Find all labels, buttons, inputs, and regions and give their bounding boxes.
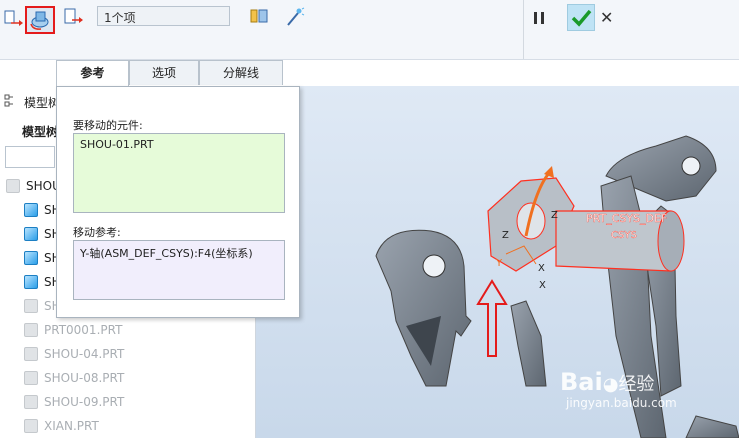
tree-row[interactable]: XIAN.PRT xyxy=(24,416,99,436)
baidu-watermark: Bai◕经验 jingyan.baidu.com xyxy=(560,368,677,410)
part-icon xyxy=(24,347,38,361)
rotate-component-icon xyxy=(30,11,49,30)
rotate-component-button[interactable] xyxy=(25,6,55,34)
model-tree-header: 模型树 xyxy=(24,96,61,110)
tree-filter-input[interactable] xyxy=(5,146,55,168)
paw-icon: ◕ xyxy=(602,374,619,395)
move-out-icon[interactable] xyxy=(62,6,84,28)
tab-explode-lines[interactable]: 分解线 xyxy=(199,60,283,85)
move-components-label: 要移动的元件: xyxy=(73,119,143,132)
watermark-suffix: 经验 xyxy=(618,374,655,395)
tree-row-label: SHOU-09.PRT xyxy=(44,395,125,409)
watermark-url: jingyan.baidu.com xyxy=(566,396,677,410)
axis-label-x2: X xyxy=(539,280,546,291)
tab-references[interactable]: 参考 xyxy=(56,60,129,86)
move-components-collector[interactable]: SHOU-01.PRT xyxy=(73,133,285,213)
cancel-button[interactable]: ✕ xyxy=(600,8,620,28)
part-icon xyxy=(24,395,38,409)
assembly-icon xyxy=(6,179,20,193)
move-reference-label: 移动参考: xyxy=(73,226,121,239)
model-tree-icon xyxy=(4,94,18,111)
explode-view-icon[interactable] xyxy=(248,6,270,28)
ok-button[interactable] xyxy=(567,4,595,31)
move-components-value: SHOU-01.PRT xyxy=(80,138,154,151)
tree-row[interactable]: PRT0001.PRT xyxy=(24,320,122,340)
part-icon xyxy=(24,227,38,241)
part-icon xyxy=(24,371,38,385)
references-panel: 要移动的元件: SHOU-01.PRT 移动参考: Y-轴(ASM_DEF_CS… xyxy=(56,86,300,318)
part-icon xyxy=(24,275,38,289)
wand-icon[interactable] xyxy=(283,6,305,28)
tree-row-label: SHOU-04.PRT xyxy=(44,347,125,361)
axis-label-x: X xyxy=(538,263,545,274)
axis-label-z: Z xyxy=(502,230,509,241)
part-icon xyxy=(24,299,38,313)
tree-row[interactable]: SHOU-04.PRT xyxy=(24,344,124,364)
tree-root[interactable]: SHOU xyxy=(6,176,61,196)
part-icon xyxy=(24,419,38,433)
tree-row[interactable]: SHOU-08.PRT xyxy=(24,368,124,388)
tree-row[interactable]: SHOU-09.PRT xyxy=(24,392,124,412)
part-icon xyxy=(24,323,38,337)
ribbon-divider xyxy=(523,0,524,59)
tree-row-label: PRT0001.PRT xyxy=(44,323,123,337)
tab-options[interactable]: 选项 xyxy=(129,60,199,85)
watermark-brand: Bai xyxy=(560,368,603,396)
move-reference-collector[interactable]: Y-轴(ASM_DEF_CSYS):F4(坐标系) xyxy=(73,240,285,300)
part-icon xyxy=(24,203,38,217)
csys-label: PRT_CSYS_DEF xyxy=(586,212,667,225)
checkmark-icon xyxy=(571,9,592,27)
move-reference-value: Y-轴(ASM_DEF_CSYS):F4(坐标系) xyxy=(80,247,253,260)
model-tree-subheader: 模型树 xyxy=(22,125,59,139)
tree-row-label: SHOU-08.PRT xyxy=(44,371,125,385)
pause-icon xyxy=(534,12,544,24)
pause-button[interactable] xyxy=(530,8,550,28)
part-icon xyxy=(24,251,38,265)
close-icon: ✕ xyxy=(600,8,614,27)
selection-count-field[interactable]: 1个项 xyxy=(97,6,230,26)
axis-label-z2: Z xyxy=(551,210,558,221)
move-to-icon[interactable] xyxy=(3,8,25,30)
tree-row-label: XIAN.PRT xyxy=(44,419,99,433)
axis-label-y: Y xyxy=(495,258,503,269)
csys-label-partial: CSYS xyxy=(611,230,637,241)
annotation-arrow xyxy=(476,279,508,357)
